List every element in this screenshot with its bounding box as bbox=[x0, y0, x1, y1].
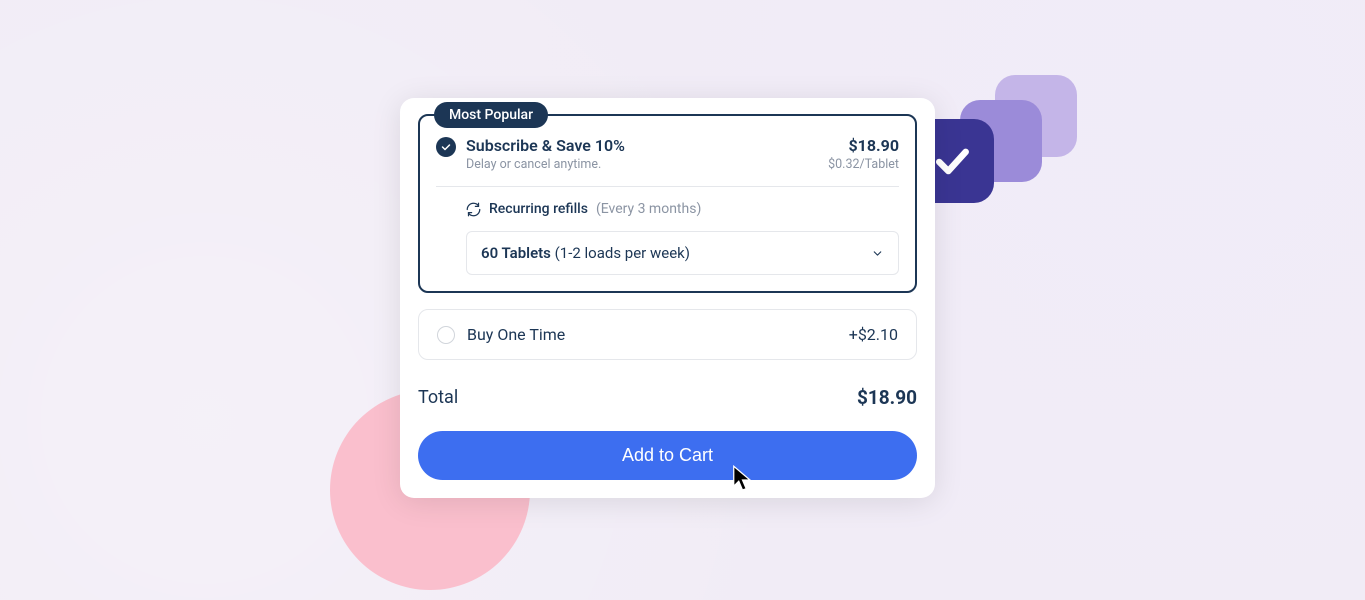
refills-hint: (Every 3 months) bbox=[596, 201, 701, 217]
quantity-text: 60 Tablets (1-2 loads per week) bbox=[481, 244, 690, 262]
subscribe-subtitle: Delay or cancel anytime. bbox=[466, 157, 625, 172]
onetime-label: Buy One Time bbox=[467, 325, 565, 344]
total-row: Total $18.90 bbox=[418, 386, 917, 409]
refills-row: Recurring refills (Every 3 months) bbox=[436, 201, 899, 217]
total-label: Total bbox=[418, 387, 458, 408]
checkmark-icon bbox=[930, 139, 974, 183]
onetime-price: +$2.10 bbox=[849, 325, 898, 344]
subscribe-title: Subscribe & Save 10% bbox=[466, 136, 625, 155]
quantity-select[interactable]: 60 Tablets (1-2 loads per week) bbox=[466, 231, 899, 275]
subscribe-left: Subscribe & Save 10% Delay or cancel any… bbox=[436, 136, 625, 172]
quantity-value: 60 Tablets bbox=[481, 244, 551, 262]
total-value: $18.90 bbox=[857, 386, 917, 409]
subscribe-option[interactable]: Most Popular Subscribe & Save 10% Delay … bbox=[418, 114, 917, 293]
refills-label: Recurring refills bbox=[489, 201, 588, 217]
chevron-down-icon bbox=[871, 247, 884, 260]
purchase-card: Most Popular Subscribe & Save 10% Delay … bbox=[400, 98, 935, 498]
onetime-left: Buy One Time bbox=[437, 325, 565, 344]
radio-unselected[interactable] bbox=[437, 326, 455, 344]
popular-badge: Most Popular bbox=[434, 102, 548, 128]
check-icon bbox=[440, 141, 452, 153]
subscribe-right: $18.90 $0.32/Tablet bbox=[828, 136, 899, 172]
radio-selected[interactable] bbox=[436, 137, 456, 157]
add-to-cart-button[interactable]: Add to Cart bbox=[418, 431, 917, 480]
subscribe-header: Subscribe & Save 10% Delay or cancel any… bbox=[436, 136, 899, 187]
subscribe-price: $18.90 bbox=[828, 136, 899, 155]
quantity-hint: (1-2 loads per week) bbox=[555, 244, 690, 262]
subscribe-price-unit: $0.32/Tablet bbox=[828, 157, 899, 172]
onetime-option[interactable]: Buy One Time +$2.10 bbox=[418, 309, 917, 360]
refresh-icon bbox=[466, 202, 481, 217]
